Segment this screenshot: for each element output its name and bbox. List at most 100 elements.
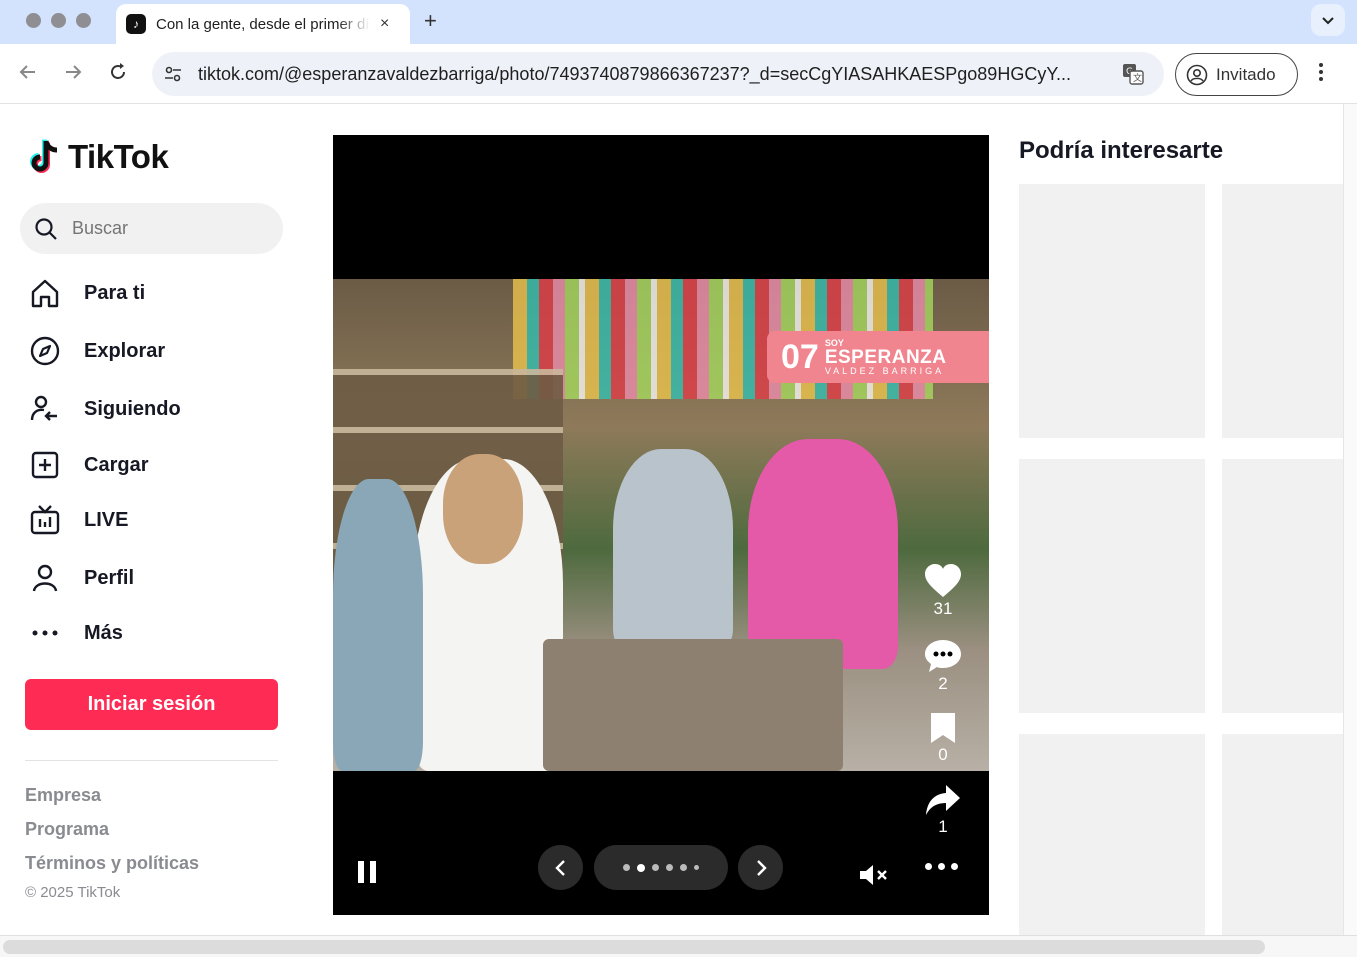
arrow-left-icon — [19, 65, 35, 79]
browser-tab[interactable]: ♪ Con la gente, desde el primer día × — [116, 4, 410, 44]
url-text[interactable]: tiktok.com/@esperanzavaldezbarriga/photo… — [198, 64, 1108, 85]
translate-icon[interactable]: G文 — [1122, 63, 1144, 85]
person-figure — [748, 439, 898, 669]
nav-cargar[interactable]: Cargar — [28, 448, 148, 482]
mute-button[interactable] — [858, 863, 890, 892]
kebab-menu-icon — [1319, 63, 1323, 81]
next-photo-button[interactable] — [738, 845, 783, 890]
tab-close-icon[interactable]: × — [380, 15, 389, 33]
carousel-dot[interactable] — [694, 865, 699, 870]
share-button[interactable]: 1 — [921, 783, 965, 837]
counter-decoration — [543, 639, 843, 771]
back-button[interactable] — [18, 62, 38, 88]
post-photo: 07 SOY ESPERANZA VALDEZ BARRIGA — [333, 279, 989, 771]
recommendation-card[interactable] — [1019, 734, 1205, 935]
badge-number: 07 — [781, 337, 819, 376]
more-dot-icon — [925, 863, 932, 870]
forward-button[interactable] — [63, 62, 83, 88]
account-circle-icon — [1186, 64, 1208, 85]
chevron-right-icon — [756, 859, 767, 876]
nav-label: Perfil — [84, 566, 135, 589]
profile-label: Invitado — [1216, 64, 1276, 84]
chevron-down-icon — [1322, 17, 1334, 25]
window-controls[interactable] — [26, 13, 91, 28]
login-button[interactable]: Iniciar sesión — [25, 679, 278, 730]
person-figure — [443, 454, 523, 564]
browser-tab-bar: ♪ Con la gente, desde el primer día × + — [0, 0, 1357, 44]
like-button[interactable]: 31 — [921, 563, 965, 619]
more-options-button[interactable] — [925, 863, 958, 870]
new-tab-button[interactable]: + — [424, 8, 437, 34]
nav-label: Siguiendo — [84, 397, 181, 420]
minimize-window-button[interactable] — [51, 13, 66, 28]
badge-sub: VALDEZ BARRIGA — [824, 365, 945, 376]
home-icon — [31, 279, 59, 308]
carousel-dot[interactable] — [666, 864, 673, 871]
close-window-button[interactable] — [26, 13, 41, 28]
logo-text: TikTok — [68, 138, 169, 175]
person-figure — [613, 449, 733, 649]
search-input[interactable] — [72, 218, 262, 239]
save-count: 0 — [938, 745, 948, 764]
tiktok-note-icon — [30, 139, 58, 173]
pause-button[interactable] — [358, 861, 376, 883]
carousel-dot[interactable] — [637, 863, 645, 872]
footer-link-empresa[interactable]: Empresa — [25, 785, 101, 806]
comment-button[interactable]: 2 — [921, 638, 965, 694]
site-settings-icon[interactable] — [162, 63, 184, 85]
comment-icon — [925, 640, 961, 672]
nav-siguiendo[interactable]: Siguiendo — [28, 392, 181, 426]
address-bar[interactable]: tiktok.com/@esperanzavaldezbarriga/photo… — [152, 52, 1164, 96]
maximize-window-button[interactable] — [76, 13, 91, 28]
nav-perfil[interactable]: Perfil — [28, 561, 134, 595]
vertical-scrollbar[interactable] — [1343, 104, 1357, 935]
horizontal-scrollbar[interactable] — [0, 935, 1357, 957]
browser-menu-button[interactable] — [1318, 62, 1324, 88]
carousel-dot[interactable] — [623, 864, 630, 871]
tab-title: Con la gente, desde el primer día — [156, 15, 370, 33]
carousel-pager[interactable] — [594, 845, 728, 890]
nav-label: LIVE — [84, 508, 129, 531]
carousel-dot[interactable] — [652, 864, 659, 871]
more-dot-icon — [951, 863, 958, 870]
search-icon — [35, 217, 57, 240]
nav-live[interactable]: LIVE — [28, 503, 128, 537]
nav-explorar[interactable]: Explorar — [28, 334, 165, 368]
copyright: © 2025 TikTok — [25, 884, 121, 901]
recommendation-card[interactable] — [1222, 459, 1343, 713]
recommendation-card[interactable] — [1222, 184, 1343, 438]
chevron-left-icon — [554, 859, 565, 876]
search-box[interactable] — [20, 203, 283, 254]
profile-icon — [32, 564, 58, 592]
previous-photo-button[interactable] — [538, 845, 583, 890]
recommendation-card[interactable] — [1222, 734, 1343, 935]
profile-button[interactable]: Invitado — [1175, 53, 1298, 96]
svg-text:文: 文 — [1133, 72, 1142, 84]
carousel-dot[interactable] — [680, 864, 687, 871]
more-dot-icon — [938, 863, 945, 870]
arrow-right-icon — [66, 65, 82, 79]
share-icon — [926, 785, 960, 815]
recommendation-card[interactable] — [1019, 184, 1205, 438]
nav-label: Cargar — [84, 453, 149, 476]
scrollbar-thumb[interactable] — [3, 940, 1265, 954]
person-figure — [333, 479, 423, 771]
footer-link-programa[interactable]: Programa — [25, 819, 109, 840]
reload-icon — [111, 63, 125, 79]
save-button[interactable]: 0 — [921, 711, 965, 765]
recommendation-card[interactable] — [1019, 459, 1205, 713]
comment-count: 2 — [938, 674, 948, 693]
sidebar-divider — [25, 760, 278, 761]
compass-icon — [30, 336, 60, 366]
bookmark-icon — [931, 713, 955, 743]
nav-para-ti[interactable]: Para ti — [28, 276, 145, 310]
tab-search-button[interactable] — [1311, 4, 1345, 36]
photo-player[interactable]: 07 SOY ESPERANZA VALDEZ BARRIGA 31 2 0 1 — [333, 135, 989, 915]
reload-button[interactable] — [108, 62, 128, 88]
tiktok-favicon-icon: ♪ — [126, 14, 146, 34]
nav-mas[interactable]: Más — [28, 616, 123, 650]
following-icon — [30, 395, 57, 421]
recommendations-title: Podría interesarte — [1019, 137, 1224, 164]
tiktok-logo[interactable]: TikTok — [30, 138, 169, 176]
footer-link-terminos[interactable]: Términos y políticas — [25, 853, 199, 874]
